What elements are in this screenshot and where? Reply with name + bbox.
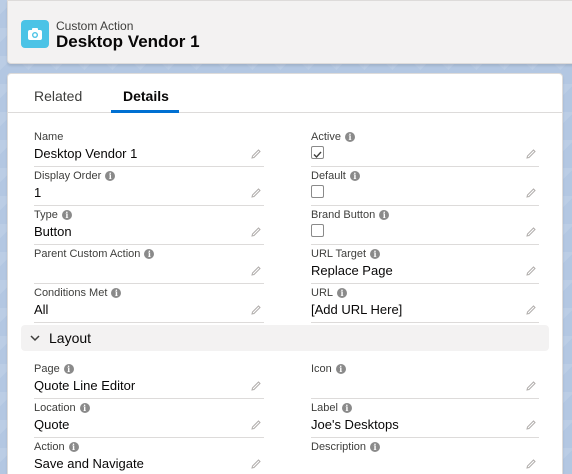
active-checkbox[interactable]	[311, 146, 324, 159]
pencil-icon[interactable]	[250, 304, 262, 316]
field-url: URL i [Add URL Here]	[311, 285, 539, 323]
field-label: Page	[34, 363, 60, 375]
info-icon[interactable]: i	[341, 403, 352, 413]
pencil-icon[interactable]	[525, 419, 537, 431]
info-icon[interactable]: i	[144, 249, 155, 259]
tab-bar: Related Details	[8, 74, 562, 113]
info-icon[interactable]: i	[344, 132, 355, 142]
field-url-target: URL Target i Replace Page	[311, 246, 539, 284]
info-icon[interactable]: i	[337, 288, 348, 298]
field-label: Conditions Met	[34, 287, 108, 299]
pencil-icon[interactable]	[250, 380, 262, 392]
record-details-card: Related Details Name Desktop Vendor 1 Di…	[7, 73, 563, 474]
pencil-icon[interactable]	[250, 148, 262, 160]
field-brand-button: Brand Button i	[311, 207, 539, 245]
field-value: [Add URL Here]	[311, 302, 403, 317]
info-icon[interactable]: i	[370, 249, 381, 259]
info-icon[interactable]: i	[111, 288, 122, 298]
info-icon[interactable]: i	[63, 364, 74, 374]
field-action: Action i Save and Navigate	[34, 439, 264, 474]
info-icon[interactable]: i	[105, 171, 116, 181]
pencil-icon[interactable]	[525, 265, 537, 277]
tab-details[interactable]: Details	[123, 88, 169, 104]
field-value: All	[34, 302, 49, 317]
field-label: Active	[311, 131, 341, 143]
info-icon[interactable]: i	[335, 364, 346, 374]
field-value: Quote	[34, 417, 70, 432]
info-icon[interactable]: i	[79, 403, 90, 413]
camera-icon	[21, 20, 49, 48]
pencil-icon[interactable]	[525, 226, 537, 238]
field-name: Name Desktop Vendor 1	[34, 129, 264, 167]
field-value: Save and Navigate	[34, 456, 144, 471]
field-value: Quote Line Editor	[34, 378, 136, 393]
field-label: Parent Custom Action	[34, 248, 141, 260]
field-location: Location i Quote	[34, 400, 264, 438]
chevron-down-icon	[30, 335, 40, 342]
checkmark-icon	[313, 151, 322, 159]
pencil-icon[interactable]	[525, 380, 537, 392]
field-default: Default i	[311, 168, 539, 206]
field-label: Name	[34, 131, 64, 143]
field-display-order: Display Order i 1	[34, 168, 264, 206]
record-type-label: Custom Action	[56, 19, 134, 33]
layout-section-header[interactable]: Layout	[21, 325, 549, 351]
field-label: Action	[34, 441, 65, 453]
pencil-icon[interactable]	[250, 458, 262, 470]
field-label: URL Target	[311, 248, 367, 260]
record-title: Desktop Vendor 1	[56, 32, 200, 51]
pencil-icon[interactable]	[250, 187, 262, 199]
record-header: Custom Action Desktop Vendor 1	[7, 0, 572, 64]
info-icon[interactable]: i	[370, 442, 381, 452]
field-label: Display Order	[34, 170, 102, 182]
field-icon: Icon i	[311, 361, 539, 399]
field-label-text: Label i Joe's Desktops	[311, 400, 539, 438]
pencil-icon[interactable]	[525, 458, 537, 470]
pencil-icon[interactable]	[525, 187, 537, 199]
default-checkbox[interactable]	[311, 185, 324, 198]
tab-related[interactable]: Related	[34, 88, 82, 104]
field-conditions-met: Conditions Met i All	[34, 285, 264, 323]
field-value: Desktop Vendor 1	[34, 146, 138, 161]
brand-button-checkbox[interactable]	[311, 224, 324, 237]
field-label: Brand Button	[311, 209, 376, 221]
field-label: Description	[311, 441, 367, 453]
field-type: Type i Button	[34, 207, 264, 245]
field-value: Replace Page	[311, 263, 393, 278]
section-title: Layout	[49, 330, 92, 346]
pencil-icon[interactable]	[250, 226, 262, 238]
field-label: Default	[311, 170, 346, 182]
info-icon[interactable]: i	[61, 210, 72, 220]
pencil-icon[interactable]	[525, 148, 537, 160]
info-icon[interactable]: i	[68, 442, 79, 452]
active-tab-indicator	[111, 110, 179, 113]
field-active: Active i	[311, 129, 539, 167]
field-label: Icon	[311, 363, 332, 375]
field-label: Type	[34, 209, 58, 221]
pencil-icon[interactable]	[250, 419, 262, 431]
field-value: Joe's Desktops	[311, 417, 399, 432]
info-icon[interactable]: i	[379, 210, 390, 220]
field-value: Button	[34, 224, 72, 239]
field-description: Description i	[311, 439, 539, 474]
field-label: Label	[311, 402, 338, 414]
field-page: Page i Quote Line Editor	[34, 361, 264, 399]
info-icon[interactable]: i	[349, 171, 360, 181]
pencil-icon[interactable]	[250, 265, 262, 277]
pencil-icon[interactable]	[525, 304, 537, 316]
field-label: Location	[34, 402, 76, 414]
field-label: URL	[311, 287, 334, 299]
field-value: 1	[34, 185, 42, 200]
field-parent-custom-action: Parent Custom Action i	[34, 246, 264, 284]
